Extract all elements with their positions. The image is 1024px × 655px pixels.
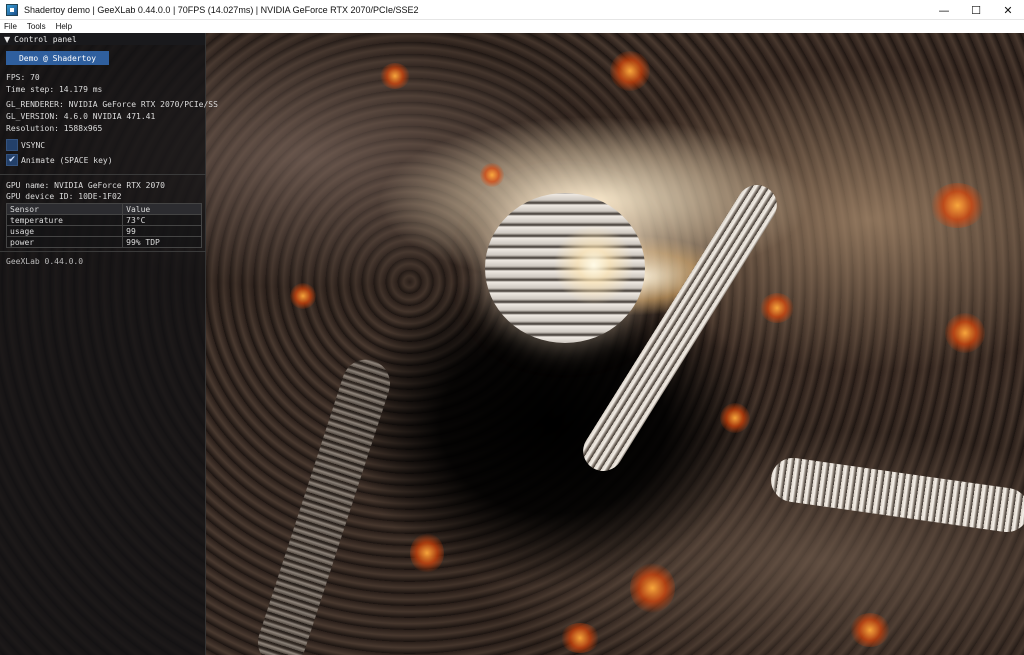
pipe-left-lower xyxy=(251,353,397,655)
geexlab-app-icon xyxy=(6,3,18,16)
lava-glow xyxy=(610,51,650,91)
animate-checkbox[interactable]: ✔ xyxy=(6,154,18,166)
control-panel-title: Control panel xyxy=(14,34,77,44)
table-row: temperature 73°C xyxy=(5,214,202,226)
checkmark-icon: ✔ xyxy=(8,155,16,165)
minimize-button[interactable]: — xyxy=(928,0,960,20)
table-row: power 99% TDP xyxy=(5,236,202,248)
sensor-name: temperature xyxy=(5,214,124,226)
window-controls: — ☐ ✕ xyxy=(928,0,1024,20)
sensor-name: usage xyxy=(5,225,124,237)
control-panel[interactable]: ▼ Control panel Demo @ Shadertoy FPS: 70… xyxy=(0,33,218,655)
table-header-row: Sensor Value xyxy=(5,203,202,215)
gpu-device-id-text: GPU device ID: 10DE-1F02 xyxy=(6,192,122,201)
animate-label: Animate (SPACE key) xyxy=(21,156,113,165)
lava-glow xyxy=(290,283,316,309)
separator xyxy=(0,174,206,175)
mechanical-sphere xyxy=(485,193,645,343)
maximize-button[interactable]: ☐ xyxy=(960,0,992,20)
triangle-down-icon[interactable]: ▼ xyxy=(4,35,10,44)
sensor-value: 99% TDP xyxy=(122,236,202,248)
sensor-value: 99 xyxy=(122,225,202,237)
vsync-label: VSYNC xyxy=(21,141,46,150)
lava-glow xyxy=(480,163,504,187)
time-step-readout: Time step: 14.179 ms xyxy=(6,85,103,94)
column-header-sensor: Sensor xyxy=(5,203,124,215)
lava-glow xyxy=(410,533,444,573)
fps-readout: FPS: 70 xyxy=(6,73,40,82)
menu-file[interactable]: File xyxy=(4,22,17,31)
vsync-checkbox[interactable] xyxy=(6,139,18,151)
lava-glow xyxy=(380,63,410,89)
table-row: usage 99 xyxy=(5,225,202,237)
title-bar: Shadertoy demo | GeeXLab 0.44.0.0 | 70FP… xyxy=(0,0,1024,20)
gl-version-text: GL_VERSION: 4.6.0 NVIDIA 471.41 xyxy=(6,112,156,121)
menu-help[interactable]: Help xyxy=(56,22,72,31)
menu-tools[interactable]: Tools xyxy=(27,22,46,31)
pipe-right-lower xyxy=(768,455,1024,535)
separator xyxy=(0,251,206,252)
column-header-value: Value xyxy=(122,203,202,215)
sensor-name: power xyxy=(5,236,124,248)
lava-glow xyxy=(945,313,985,353)
resolution-text: Resolution: 1588x965 xyxy=(6,124,103,133)
lava-glow xyxy=(560,623,600,653)
lava-glow xyxy=(630,563,675,613)
sensor-value: 73°C xyxy=(122,214,202,226)
demo-shadertoy-button[interactable]: Demo @ Shadertoy xyxy=(6,51,109,65)
sensor-table: Sensor Value temperature 73°C usage 99 p… xyxy=(5,203,202,248)
lava-glow xyxy=(850,613,890,647)
close-button[interactable]: ✕ xyxy=(992,0,1024,20)
gl-renderer-text: GL_RENDERER: NVIDIA GeForce RTX 2070/PCI… xyxy=(6,100,218,109)
lava-glow xyxy=(760,293,794,323)
window-title: Shadertoy demo | GeeXLab 0.44.0.0 | 70FP… xyxy=(24,4,419,15)
control-panel-header[interactable]: ▼ Control panel xyxy=(0,33,205,45)
geexlab-version-footer: GeeXLab 0.44.0.0 xyxy=(6,257,84,266)
lava-glow xyxy=(720,403,750,433)
lava-glow xyxy=(930,183,985,228)
menu-bar: File Tools Help xyxy=(0,20,1024,33)
gpu-name-text: GPU name: NVIDIA GeForce RTX 2070 xyxy=(6,181,165,190)
